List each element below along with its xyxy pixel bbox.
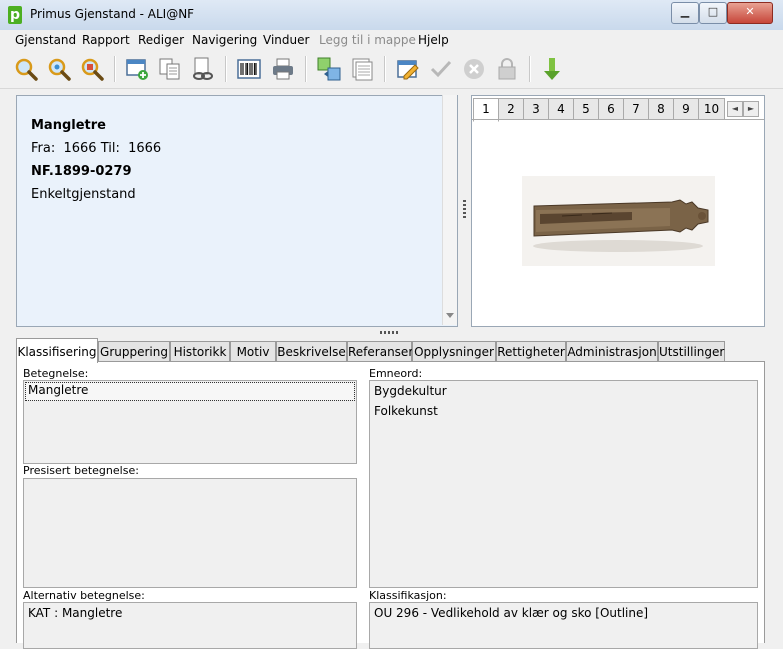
toolbar-separator (529, 56, 531, 82)
menu-vinduer[interactable]: Vinduer (263, 33, 309, 47)
tab-administrasjon[interactable]: Administrasjon (566, 341, 658, 362)
new-record-icon[interactable] (124, 56, 150, 82)
tab-utstillinger[interactable]: Utstillinger (658, 341, 725, 362)
record-identifier: NF.1899-0279 (31, 164, 132, 179)
toolbar-separator (225, 56, 227, 82)
tab-gruppering[interactable]: Gruppering (98, 341, 170, 362)
klassifikasjon-value: OU 296 - Vedlikehold av klær og sko [Out… (374, 606, 649, 620)
image-tab-10[interactable]: 10 (698, 98, 725, 120)
list-icon[interactable] (349, 56, 375, 82)
summary-scrollbar[interactable] (442, 95, 457, 325)
betegnelse-field[interactable]: Mangletre (23, 380, 357, 464)
scroll-down-arrow-icon[interactable] (446, 313, 454, 318)
classification-tab-panel: Betegnelse: Mangletre Presisert betegnel… (16, 361, 765, 649)
emneord-label: Emneord: (369, 367, 423, 380)
horizontal-splitter-grip[interactable] (380, 331, 400, 334)
menu-gjenstand[interactable]: Gjenstand (15, 33, 76, 47)
lock-icon (494, 56, 520, 82)
app-logo: p (8, 6, 22, 24)
tab-opplysninger[interactable]: Opplysninger (412, 341, 496, 362)
alternativ-betegnelse-value: KAT : Mangletre (28, 606, 123, 620)
image-tab-2[interactable]: 2 (498, 98, 524, 120)
image-tabs-baseline (472, 119, 764, 120)
menu-hjelp[interactable]: Hjelp (418, 33, 449, 47)
emneord-item[interactable]: Bygdekultur (374, 384, 447, 398)
search-icon[interactable] (13, 56, 39, 82)
toolbar-separator (384, 56, 386, 82)
vertical-splitter-grip[interactable] (463, 200, 466, 220)
tab-beskrivelse[interactable]: Beskrivelse (276, 341, 347, 362)
minimize-button[interactable]: ▁ (671, 2, 699, 24)
image-tab-6[interactable]: 6 (598, 98, 624, 120)
tab-motiv[interactable]: Motiv (230, 341, 276, 362)
image-tabs-prev-button[interactable]: ◄ (727, 101, 743, 117)
print-icon[interactable] (270, 56, 296, 82)
toolbar-separator (305, 56, 307, 82)
presisert-betegnelse-label: Presisert betegnelse: (23, 464, 139, 477)
image-panel: 1 2 3 4 5 6 7 8 9 10 ◄ ► (471, 95, 765, 327)
image-tab-7[interactable]: 7 (623, 98, 649, 120)
copy-record-icon[interactable] (157, 56, 183, 82)
image-tab-3[interactable]: 3 (523, 98, 549, 120)
image-tab-5[interactable]: 5 (573, 98, 599, 120)
edit-icon[interactable] (395, 56, 421, 82)
close-button[interactable]: ✕ (727, 2, 773, 24)
menu-rapport[interactable]: Rapport (82, 33, 130, 47)
search-icon[interactable] (46, 56, 72, 82)
menu-legg-til-i-mappe: Legg til i mappe (319, 33, 416, 47)
approve-icon (428, 56, 454, 82)
object-photo (522, 176, 715, 266)
toolbar (0, 50, 783, 89)
presisert-betegnelse-field[interactable] (23, 478, 357, 588)
menu-navigering[interactable]: Navigering (192, 33, 257, 47)
record-object-type: Enkeltgjenstand (31, 187, 136, 202)
image-tab-4[interactable]: 4 (548, 98, 574, 120)
toolbar-separator (114, 56, 116, 82)
tab-rettigheter[interactable]: Rettigheter (496, 341, 566, 362)
emneord-field[interactable]: Bygdekultur Folkekunst (369, 380, 758, 588)
emneord-item[interactable]: Folkekunst (374, 404, 438, 418)
image-tab-9[interactable]: 9 (673, 98, 699, 120)
title-bar: p Primus Gjenstand - ALI@NF ▁ □ ✕ (0, 0, 783, 31)
barcode-icon[interactable] (236, 56, 262, 82)
link-record-icon[interactable] (190, 56, 216, 82)
transfer-icon[interactable] (316, 56, 342, 82)
record-title: Mangletre (31, 118, 106, 133)
record-dates: Fra: 1666 Til: 1666 (31, 141, 162, 156)
menu-bar: Gjenstand Rapport Rediger Navigering Vin… (0, 30, 783, 50)
klassifikasjon-label: Klassifikasjon: (369, 589, 447, 602)
betegnelse-label: Betegnelse: (23, 367, 89, 380)
cancel-icon (461, 56, 487, 82)
tab-referanser[interactable]: Referanser (347, 341, 413, 362)
tab-historikk[interactable]: Historikk (170, 341, 230, 362)
window-title: Primus Gjenstand - ALI@NF (30, 7, 195, 21)
betegnelse-value[interactable]: Mangletre (25, 382, 355, 401)
image-tab-8[interactable]: 8 (648, 98, 674, 120)
tab-klassifisering[interactable]: Klassifisering (16, 338, 98, 363)
download-arrow-icon[interactable] (539, 56, 565, 82)
record-summary-panel: Mangletre Fra: 1666 Til: 1666 NF.1899-02… (16, 95, 458, 327)
menu-rediger[interactable]: Rediger (138, 33, 184, 47)
maximize-button[interactable]: □ (699, 2, 727, 24)
search-advanced-icon[interactable] (79, 56, 105, 82)
alternativ-betegnelse-label: Alternativ betegnelse: (23, 589, 145, 602)
image-tabs-next-button[interactable]: ► (743, 101, 759, 117)
